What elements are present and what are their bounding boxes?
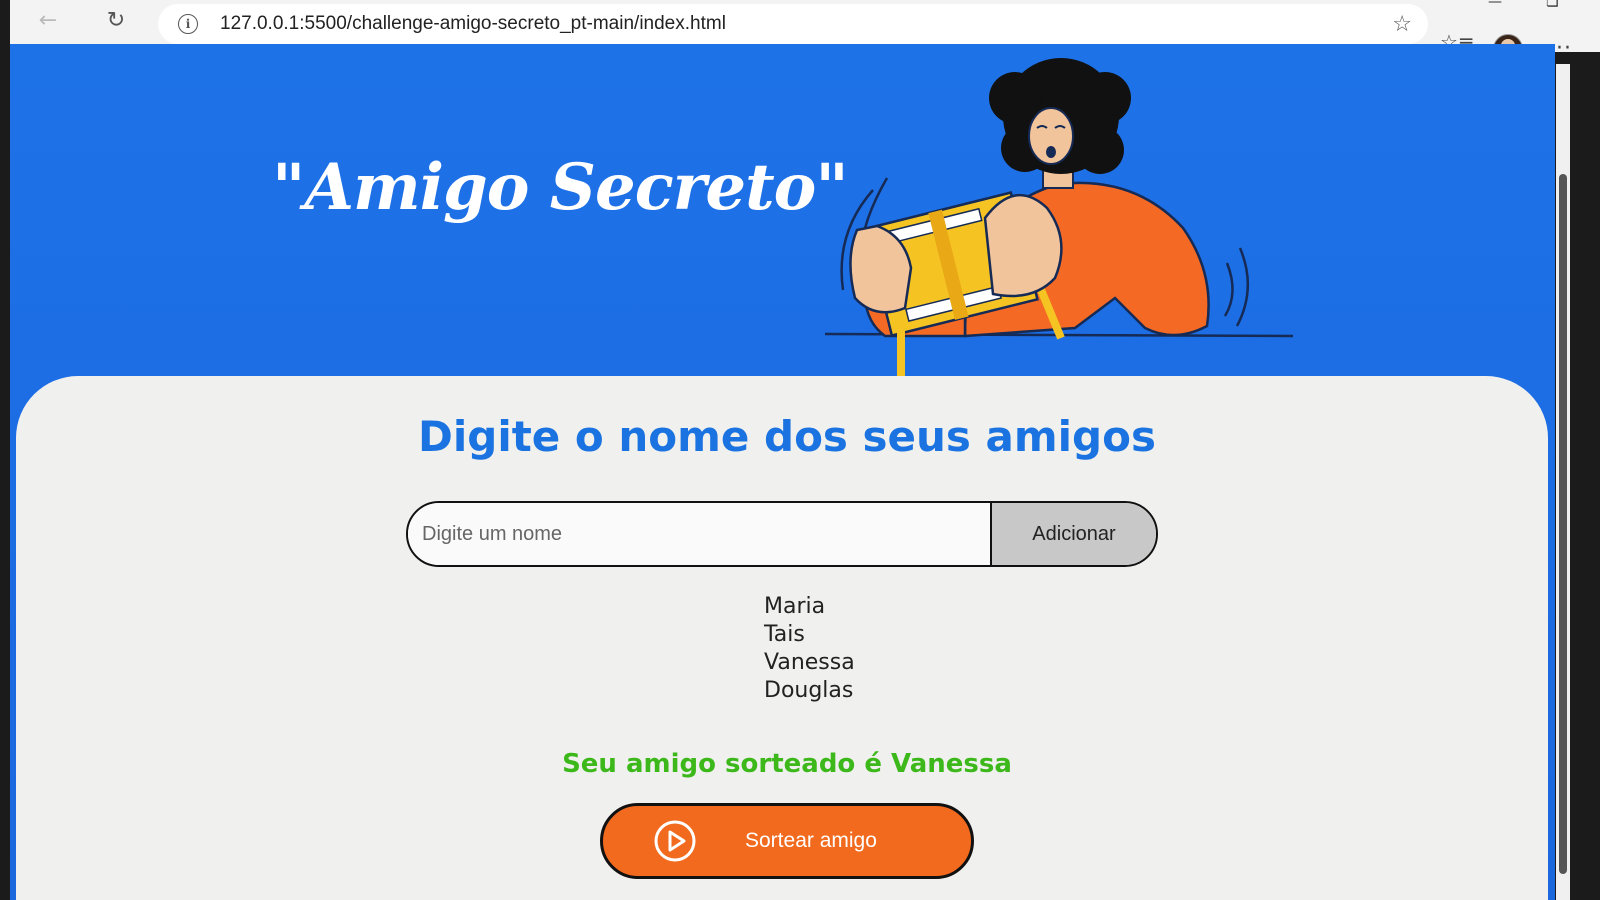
add-friend-form: Adicionar (406, 501, 1158, 567)
hero-illustration (824, 58, 1294, 378)
star-icon[interactable]: ☆ (1392, 12, 1412, 37)
add-button[interactable]: Adicionar (990, 503, 1156, 565)
page-title: "Amigo Secreto" (272, 150, 849, 225)
draw-button-label: Sortear amigo (745, 829, 877, 852)
page: "Amigo Secreto" Digite o nome dos seus a… (10, 44, 1555, 900)
restore-icon[interactable]: ❏ (1546, 0, 1559, 10)
url-text[interactable]: 127.0.0.1:5500/challenge-amigo-secreto_p… (220, 13, 726, 35)
list-item: Douglas (764, 678, 854, 703)
section-heading: Digite o nome dos seus amigos (418, 412, 1156, 461)
list-item: Maria (764, 594, 826, 619)
right-hand (983, 193, 1063, 298)
back-arrow-icon[interactable]: ← (32, 4, 64, 36)
play-icon (654, 820, 696, 862)
scroll-thumb[interactable] (1559, 174, 1567, 874)
reload-icon[interactable]: ↻ (100, 4, 132, 36)
page-scrollbar[interactable] (1556, 64, 1570, 900)
list-item: Vanessa (764, 650, 855, 675)
friends-list: Maria Tais Vanessa Douglas (16, 593, 855, 705)
main-card: Digite o nome dos seus amigos Adicionar … (16, 376, 1548, 900)
draw-friend-button[interactable]: Sortear amigo (600, 803, 974, 879)
name-input[interactable] (408, 503, 990, 565)
result-text: Seu amigo sorteado é Vanessa (562, 749, 1012, 779)
list-item: Tais (764, 622, 805, 647)
address-bar[interactable]: i 127.0.0.1:5500/challenge-amigo-secreto… (158, 4, 1428, 44)
minimize-icon[interactable]: — (1488, 0, 1502, 10)
shake-lines-right (1235, 247, 1249, 327)
info-icon[interactable]: i (178, 14, 198, 34)
